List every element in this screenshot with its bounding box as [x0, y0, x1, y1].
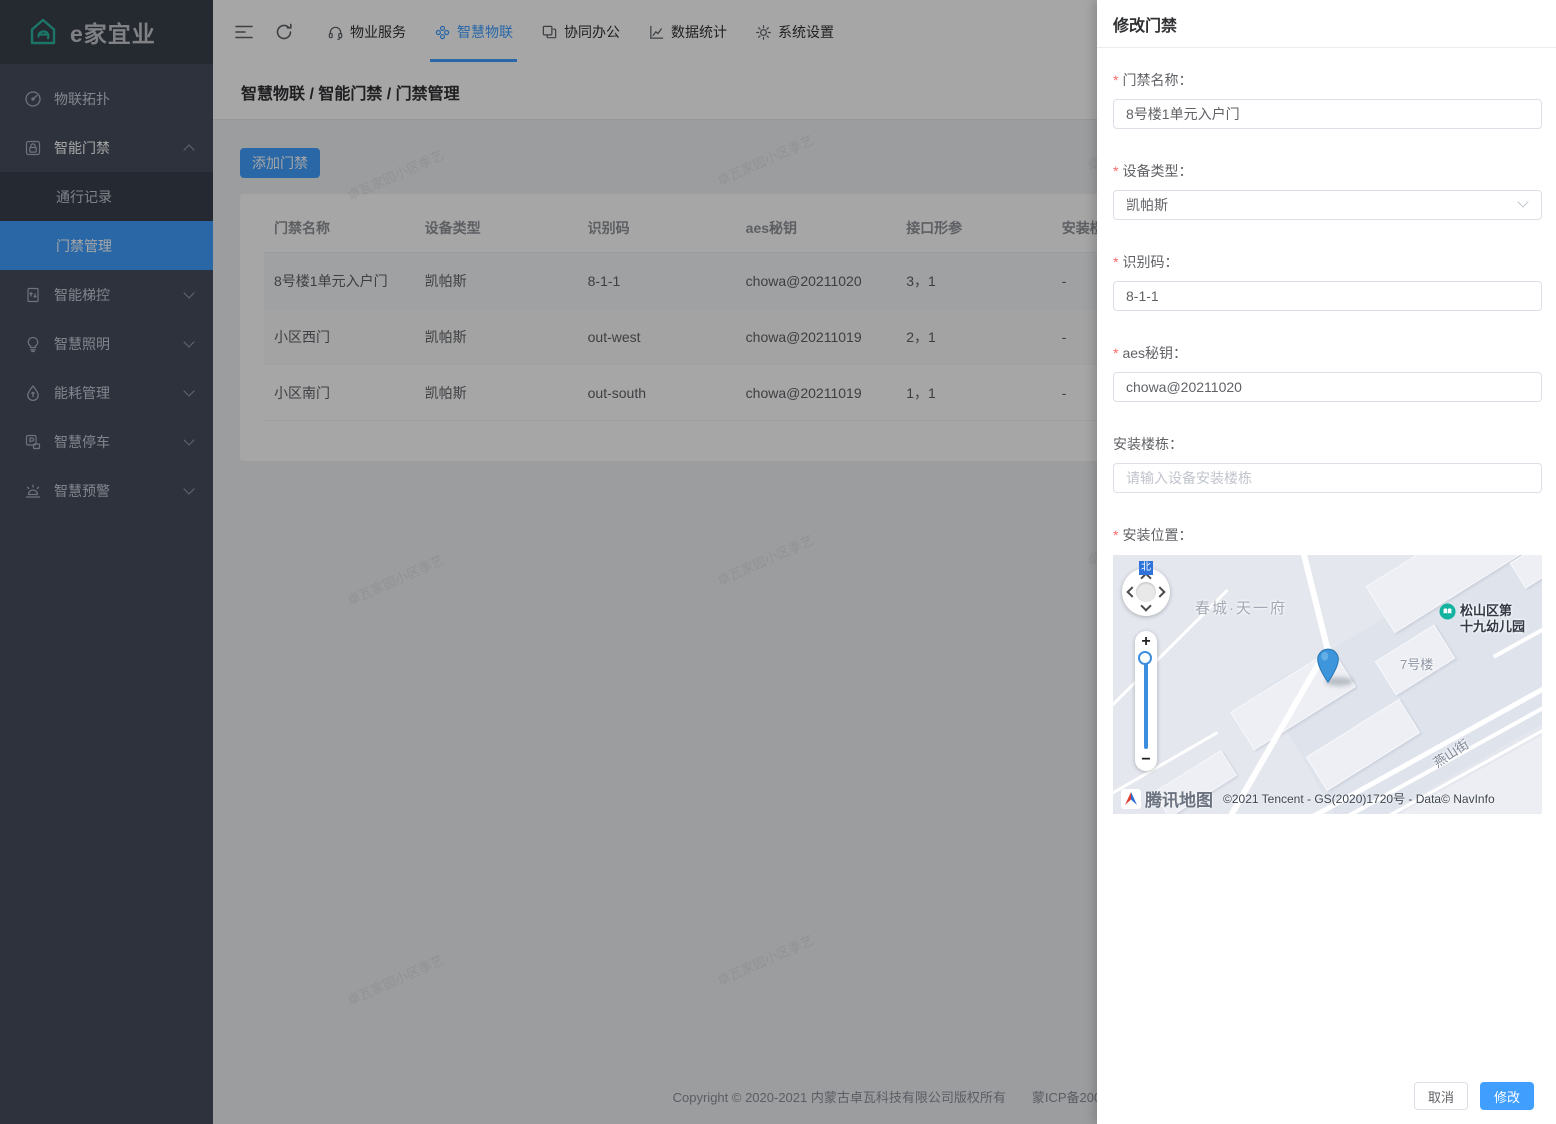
north-badge: 北: [1139, 561, 1153, 575]
drawer-title: 修改门禁: [1113, 12, 1177, 36]
identifier-input[interactable]: [1113, 281, 1542, 311]
zoom-out-button[interactable]: −: [1135, 751, 1157, 769]
pan-center-button[interactable]: [1136, 582, 1156, 602]
required-asterisk: *: [1113, 163, 1118, 179]
cancel-button[interactable]: 取消: [1414, 1082, 1468, 1110]
field-identifier: *识别码：: [1113, 252, 1542, 311]
location-pin-icon[interactable]: [1315, 647, 1341, 685]
field-label: 设备类型：: [1122, 163, 1192, 179]
drawer-footer: 取消 修改: [1097, 1070, 1556, 1124]
building-input[interactable]: [1113, 463, 1542, 493]
zoom-track[interactable]: [1144, 661, 1148, 749]
field-label: 安装楼栋：: [1113, 436, 1183, 452]
poi-label-line1: 松山区第: [1460, 603, 1525, 619]
field-aes-key: *aes秘钥：: [1113, 343, 1542, 402]
map-road: [1301, 555, 1331, 652]
pan-down-icon[interactable]: [1140, 600, 1151, 611]
map-pan-control[interactable]: [1122, 568, 1170, 616]
zoom-in-button[interactable]: +: [1135, 633, 1157, 651]
edit-access-drawer: 修改门禁 *门禁名称： *设备类型： 凯帕斯 *识别码：: [1097, 0, 1556, 1124]
chevron-down-icon: [1517, 196, 1528, 207]
map-attribution: ©2021 Tencent - GS(2020)1720号 - Data© Na…: [1223, 790, 1495, 807]
field-label: 识别码：: [1122, 254, 1178, 270]
field-label: 门禁名称：: [1122, 72, 1192, 88]
submit-button[interactable]: 修改: [1480, 1082, 1534, 1110]
map-label-building7: 7号楼: [1400, 654, 1433, 673]
access-name-input[interactable]: [1113, 99, 1542, 129]
zoom-slider-thumb[interactable]: [1138, 651, 1152, 665]
device-type-select[interactable]: 凯帕斯: [1113, 190, 1542, 220]
map-label-estate: 春城·天一府: [1195, 597, 1287, 618]
required-asterisk: *: [1113, 345, 1118, 361]
location-map[interactable]: 春城·天一府 7号楼 燕山街 松山区第 十九幼儿园: [1113, 555, 1542, 814]
field-install-location: *安装位置：: [1113, 525, 1542, 814]
kindergarten-icon: [1439, 603, 1456, 620]
field-label: 安装位置：: [1122, 527, 1192, 543]
required-asterisk: *: [1113, 72, 1118, 88]
map-zoom-control: + −: [1135, 631, 1157, 771]
poi-label-line2: 十九幼儿园: [1460, 619, 1525, 635]
field-access-name: *门禁名称：: [1113, 70, 1542, 129]
required-asterisk: *: [1113, 527, 1118, 543]
field-device-type: *设备类型： 凯帕斯: [1113, 161, 1542, 220]
field-building: 安装楼栋：: [1113, 434, 1542, 493]
pan-right-icon[interactable]: [1154, 586, 1165, 597]
aes-key-input[interactable]: [1113, 372, 1542, 402]
drawer-form: *门禁名称： *设备类型： 凯帕斯 *识别码： *aes秘钥：: [1097, 48, 1556, 1070]
required-asterisk: *: [1113, 254, 1118, 270]
device-type-value: 凯帕斯: [1126, 195, 1168, 215]
drawer-header: 修改门禁: [1097, 0, 1556, 48]
tencent-compass-icon: [1121, 789, 1141, 809]
map-poi-kindergarten: 松山区第 十九幼儿园: [1439, 603, 1525, 635]
map-brand: 腾讯地图: [1121, 786, 1213, 811]
map-brand-text: 腾讯地图: [1145, 786, 1213, 811]
field-label: aes秘钥：: [1122, 345, 1187, 361]
